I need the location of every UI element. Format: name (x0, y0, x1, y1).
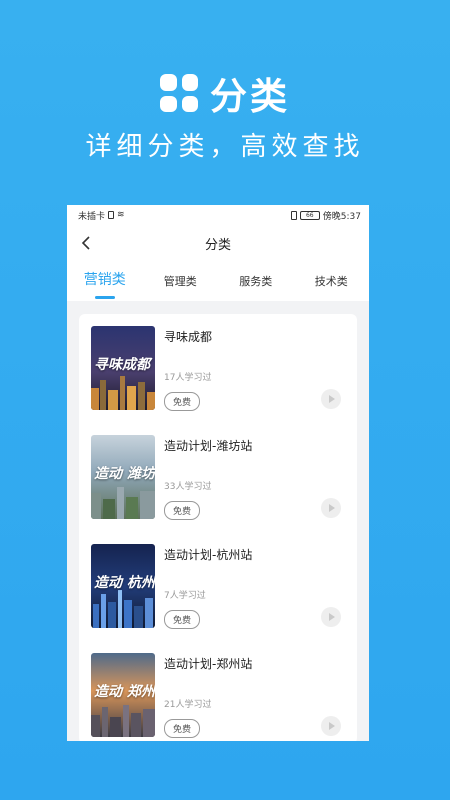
learner-count: 21人学习过 (164, 700, 212, 710)
tab-technology[interactable]: 技术类 (294, 269, 370, 289)
learner-count: 33人学习过 (164, 482, 212, 492)
play-icon[interactable] (321, 716, 341, 736)
course-info: 造动计划-杭州站 7人学习过 免费 (164, 544, 341, 653)
course-title: 寻味成都 (164, 330, 213, 344)
city-image (91, 376, 155, 410)
city-image (91, 487, 155, 519)
course-info: 寻味成都 17人学习过 免费 (164, 326, 341, 435)
carrier-label: 未插卡 (78, 211, 106, 222)
tab-label: 技术类 (314, 275, 348, 288)
status-bar: 未插卡 ≋ 66 傍晚5:37 (67, 205, 369, 225)
battery-icon: 66 (299, 210, 320, 220)
tab-marketing[interactable]: 营销类 (67, 269, 143, 299)
sim-icon (108, 211, 115, 219)
promo-title: 分类 (210, 75, 290, 118)
course-thumbnail: 造动 杭州 (91, 544, 155, 628)
play-icon[interactable] (321, 389, 341, 409)
course-title: 造动计划-郑州站 (164, 657, 253, 671)
city-image (91, 705, 155, 737)
course-info: 造动计划-郑州站 21人学习过 免费 (164, 653, 341, 741)
nav-bar: 分类 (67, 225, 369, 261)
thumbnail-caption: 造动 杭州 (94, 575, 155, 591)
category-tabs: 营销类 管理类 服务类 技术类 (67, 261, 369, 301)
grid-icon (160, 74, 198, 112)
play-icon[interactable] (321, 498, 341, 518)
tab-service[interactable]: 服务类 (218, 269, 294, 289)
free-badge: 免费 (164, 501, 201, 520)
course-thumbnail: 造动 潍坊 (91, 435, 155, 519)
thumbnail-caption: 造动 潍坊 (94, 466, 155, 482)
tab-label: 管理类 (163, 275, 197, 288)
status-time: 傍晚5:37 (322, 211, 361, 222)
list-item[interactable]: 造动 杭州 造动计划-杭州站 7人学习过 免费 (79, 544, 357, 653)
list-item[interactable]: 造动 郑州 造动计划-郑州站 21人学习过 免费 (79, 653, 357, 741)
vibrate-icon (290, 210, 297, 220)
promo-header: 分类 (0, 66, 450, 120)
promo-subtitle: 详细分类，高效查找 (85, 132, 365, 162)
tab-indicator (94, 296, 115, 299)
list-item[interactable]: 寻味成都 寻味成都 17人学习过 免费 (79, 326, 357, 435)
course-thumbnail: 造动 郑州 (91, 653, 155, 737)
tab-label: 服务类 (239, 275, 273, 288)
learner-count: 17人学习过 (164, 373, 212, 383)
course-title: 造动计划-潍坊站 (164, 439, 253, 453)
course-thumbnail: 寻味成都 (91, 326, 155, 410)
tab-management[interactable]: 管理类 (143, 269, 219, 289)
back-icon[interactable] (77, 233, 97, 253)
course-title: 造动计划-杭州站 (164, 548, 253, 562)
tab-label: 营销类 (83, 272, 126, 288)
course-card: 寻味成都 寻味成都 17人学习过 免费 造动 潍坊 造动计划-潍坊站 33人学习… (79, 314, 357, 741)
learner-count: 7人学习过 (164, 591, 206, 601)
list-item[interactable]: 造动 潍坊 造动计划-潍坊站 33人学习过 免费 (79, 435, 357, 544)
phone-screen: 未插卡 ≋ 66 傍晚5:37 分类 营销类 管理类 服务类 技术类 寻味成都 … (67, 205, 369, 741)
play-icon[interactable] (321, 607, 341, 627)
thumbnail-caption: 造动 郑州 (94, 684, 155, 700)
page-title: 分类 (204, 237, 231, 253)
course-list-area: 寻味成都 寻味成都 17人学习过 免费 造动 潍坊 造动计划-潍坊站 33人学习… (67, 301, 369, 741)
thumbnail-caption: 寻味成都 (94, 357, 150, 373)
free-badge: 免费 (164, 719, 201, 738)
course-info: 造动计划-潍坊站 33人学习过 免费 (164, 435, 341, 544)
wifi-icon: ≋ (117, 210, 125, 220)
free-badge: 免费 (164, 392, 201, 411)
free-badge: 免费 (164, 610, 201, 629)
city-image (93, 590, 153, 628)
